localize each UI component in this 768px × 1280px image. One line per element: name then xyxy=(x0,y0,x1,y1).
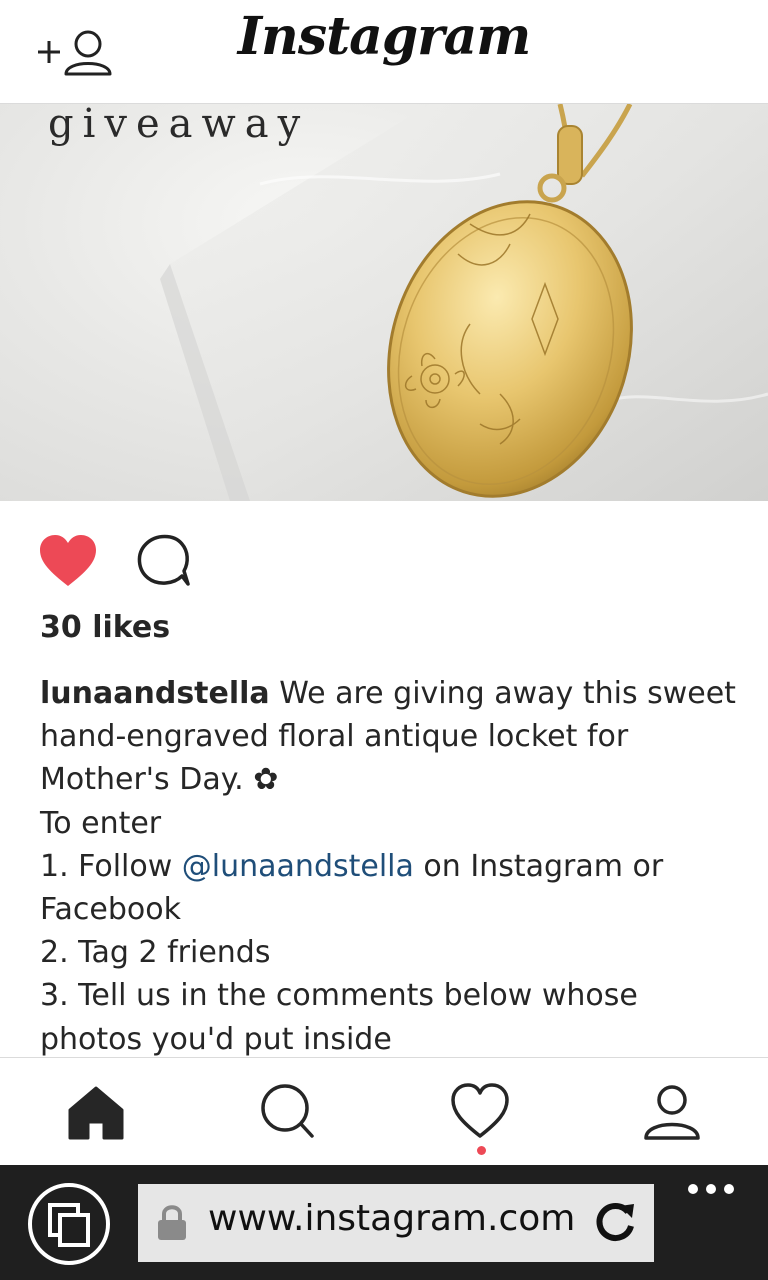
flower-emoji: ✿ xyxy=(253,762,279,798)
nav-profile[interactable] xyxy=(640,1080,704,1144)
lock-icon xyxy=(158,1205,186,1240)
home-icon xyxy=(68,1086,124,1140)
comment-button[interactable] xyxy=(134,534,192,590)
heart-icon xyxy=(451,1083,509,1138)
more-menu-button[interactable] xyxy=(686,1177,736,1201)
search-icon xyxy=(261,1084,314,1138)
caption-text: Mother's Day. xyxy=(40,762,254,798)
caption-line: hand-engraved floral antique locket for xyxy=(40,719,629,755)
caption-line: 2. Tag 2 friends xyxy=(40,935,271,971)
reload-button[interactable] xyxy=(592,1200,638,1246)
tabs-icon xyxy=(48,1203,90,1247)
mention-link[interactable]: @lunaandstella xyxy=(182,849,414,884)
comment-icon xyxy=(137,534,190,586)
likes-count[interactable]: 30 likes xyxy=(40,610,170,645)
image-overlay-text: giveaway xyxy=(48,101,310,147)
like-button[interactable] xyxy=(38,534,98,590)
caption-text: 1. Follow xyxy=(40,848,182,884)
heart-filled-icon xyxy=(40,535,96,586)
url-text: www.instagram.com xyxy=(208,1198,576,1239)
post-image[interactable] xyxy=(0,104,768,501)
reload-icon xyxy=(596,1203,634,1241)
caption-line: photos you'd put inside xyxy=(40,1021,392,1057)
bottom-navigation xyxy=(0,1057,768,1165)
instagram-logo: Instagram xyxy=(237,6,532,67)
nav-home[interactable] xyxy=(64,1080,128,1144)
address-bar[interactable]: www.instagram.com xyxy=(138,1184,654,1262)
caption-line: Facebook xyxy=(40,892,181,928)
caption-line: 3. Tell us in the comments below whose xyxy=(40,978,638,1014)
profile-icon xyxy=(644,1085,700,1140)
caption-text: on Instagram or xyxy=(413,848,664,884)
nav-search[interactable] xyxy=(256,1080,320,1144)
caption-line: 1. Follow @lunaandstella on Instagram or xyxy=(40,845,740,888)
nav-activity[interactable] xyxy=(448,1080,512,1144)
caption-text: We are giving away this sweet xyxy=(269,676,736,711)
caption-username[interactable]: lunaandstella xyxy=(40,676,270,711)
tabs-button[interactable] xyxy=(28,1183,110,1265)
post-caption: lunaandstella We are giving away this sw… xyxy=(40,672,740,1061)
app-header: Instagram xyxy=(0,0,768,104)
activity-dot xyxy=(477,1146,486,1155)
more-icon xyxy=(688,1184,734,1194)
post-actions xyxy=(0,530,768,590)
caption-line: lunaandstella We are giving away this sw… xyxy=(40,672,740,715)
caption-line: Mother's Day. ✿ xyxy=(40,758,740,801)
browser-toolbar: www.instagram.com xyxy=(0,1165,768,1280)
locket-photo xyxy=(160,104,768,501)
caption-line: To enter xyxy=(40,805,162,841)
